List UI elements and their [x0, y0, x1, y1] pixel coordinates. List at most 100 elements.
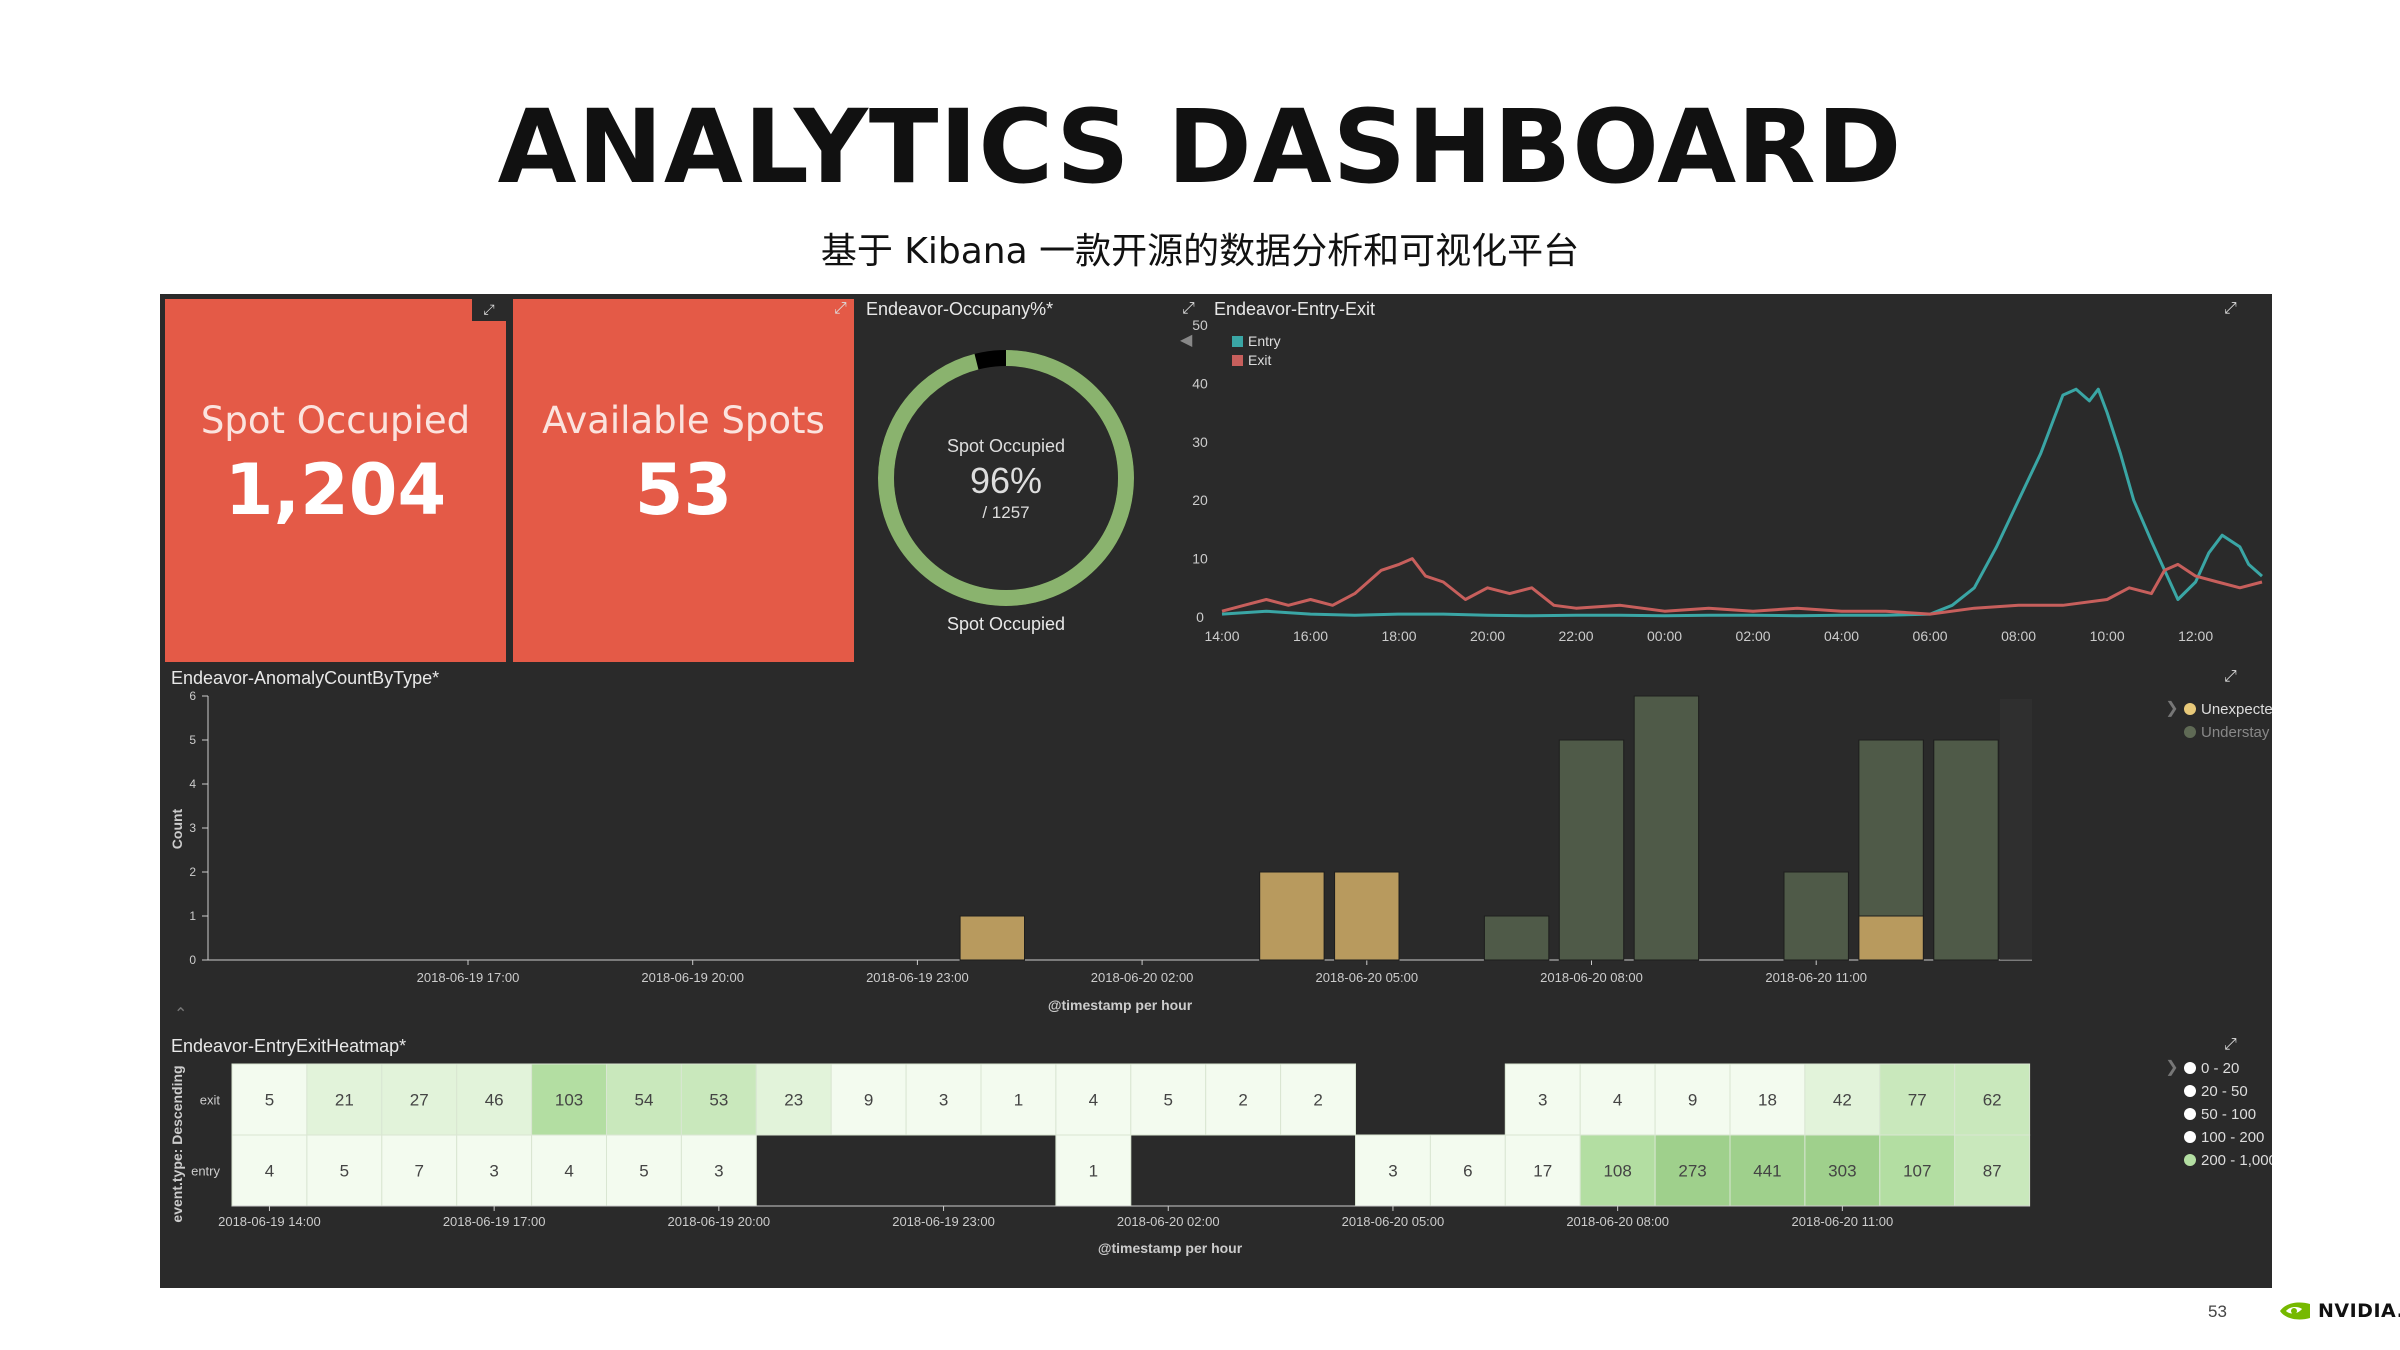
cell-value: 2	[1238, 1091, 1247, 1110]
metric-spot-occupied[interactable]: ⤢ Spot Occupied 1,204	[165, 299, 506, 662]
expand-icon[interactable]: ⤢	[1182, 298, 1195, 318]
metric-available-spots[interactable]: Available Spots 53	[513, 299, 854, 662]
expand-icon[interactable]: ⤢	[2224, 298, 2237, 318]
y-tick-label: 6	[189, 689, 196, 703]
bar-understay	[1858, 739, 1924, 917]
y-tick-label: 1	[189, 909, 196, 923]
hover-highlight	[2000, 699, 2032, 960]
cell-value: 5	[265, 1091, 274, 1110]
x-tick-label: 02:00	[1736, 628, 1771, 644]
bar-understay	[1933, 739, 1999, 961]
page-number: 53	[2208, 1302, 2227, 1321]
cell-value: 62	[1983, 1091, 2002, 1110]
y-tick-label: 3	[189, 821, 196, 835]
gauge-caption: Spot Occupied	[946, 614, 1066, 634]
x-tick-label: 00:00	[1647, 628, 1682, 644]
y-axis-label: event.type: Descending	[169, 1065, 185, 1222]
y-axis-label: Count	[169, 808, 185, 849]
gauge-inner-label: Spot Occupied	[947, 436, 1065, 456]
cell-value: 21	[335, 1091, 354, 1110]
x-tick-label: 2018-06-19 17:00	[443, 1214, 546, 1229]
expand-icon[interactable]: ⤢	[2224, 666, 2237, 686]
expand-icon[interactable]: ⤢	[472, 299, 506, 321]
x-tick-label: 22:00	[1559, 628, 1594, 644]
legend-dot	[2184, 1154, 2196, 1166]
expand-icon[interactable]: ⤢	[2224, 1034, 2237, 1054]
cell-value: 7	[415, 1162, 424, 1181]
x-tick-label: 2018-06-20 05:00	[1315, 970, 1418, 985]
y-tick-label: 4	[189, 777, 196, 791]
cell-value: 2	[1313, 1091, 1322, 1110]
cell-value: 5	[340, 1162, 349, 1181]
y-tick-label: 40	[1192, 375, 1208, 391]
y-tick-label: 0	[1196, 609, 1204, 625]
x-axis-label: @timestamp per hour	[1048, 997, 1193, 1013]
cell-value: 53	[709, 1091, 728, 1110]
cell-value: 54	[634, 1091, 653, 1110]
cell-value: 4	[265, 1162, 274, 1181]
cell-value: 6	[1463, 1162, 1472, 1181]
legend-toggle-icon: ❯	[2165, 700, 2178, 717]
y-tick-label: 50	[1192, 319, 1208, 333]
y-tick-label: 2	[189, 865, 196, 879]
bar-unexpectedstopping	[1334, 871, 1400, 961]
legend-dot	[2184, 726, 2196, 738]
gauge-total: / 1257	[982, 503, 1029, 522]
entry-exit-heatmap: event.type: Descending exit 5 21 27 46 103 54 53…	[169, 1059, 2272, 1256]
x-tick-label: 16:00	[1293, 628, 1328, 644]
x-tick-label: 2018-06-20 05:00	[1342, 1214, 1445, 1229]
legend-swatch	[1232, 336, 1243, 347]
cell-value: 107	[1903, 1162, 1931, 1181]
legend-label: Entry	[1248, 333, 1281, 349]
cell-value: 3	[1538, 1091, 1547, 1110]
legend-swatch	[1232, 355, 1243, 366]
x-tick-label: 20:00	[1470, 628, 1505, 644]
expand-icon[interactable]: ⤢	[834, 298, 847, 318]
x-tick-label: 2018-06-19 23:00	[892, 1214, 995, 1229]
legend-label: 50 - 100	[2201, 1106, 2256, 1123]
cell-value: 303	[1828, 1162, 1856, 1181]
legend-label: 0 - 20	[2201, 1060, 2239, 1077]
metric-value: 1,204	[224, 449, 447, 531]
panel-title-anomaly: Endeavor-AnomalyCountByType*	[171, 668, 440, 688]
cell-value: 441	[1753, 1162, 1781, 1181]
legend-label: 200 - 1,000	[2201, 1152, 2272, 1169]
cell-value: 9	[1688, 1091, 1697, 1110]
cell-value: 108	[1603, 1162, 1631, 1181]
cell-value: 23	[784, 1091, 803, 1110]
x-tick-label: 10:00	[2090, 628, 2125, 644]
metric-label: Available Spots	[542, 399, 825, 442]
x-tick-label: 12:00	[2178, 628, 2213, 644]
legend-dot	[2184, 1131, 2196, 1143]
cell-value: 42	[1833, 1091, 1852, 1110]
legend-label: UnexpectedStopping	[2201, 701, 2272, 718]
y-tick-label: 30	[1192, 434, 1208, 450]
legend-toggle-icon: ❯	[2165, 1059, 2178, 1076]
bar-unexpectedstopping	[1858, 915, 1924, 961]
bar-understay	[1558, 739, 1625, 961]
cell-value: 77	[1908, 1091, 1927, 1110]
slide-subtitle: 基于 Kibana 一款开源的数据分析和可视化平台	[820, 231, 1580, 272]
x-tick-label: 2018-06-20 08:00	[1566, 1214, 1669, 1229]
cell-value: 4	[1613, 1091, 1622, 1110]
x-tick-label: 2018-06-20 02:00	[1117, 1214, 1220, 1229]
x-tick-label: 06:00	[1913, 628, 1948, 644]
x-tick-label: 2018-06-19 20:00	[641, 970, 744, 985]
x-axis-label: @timestamp per hour	[1098, 1240, 1243, 1256]
x-tick-label: 2018-06-19 14:00	[218, 1214, 321, 1229]
metric-value: 53	[634, 449, 733, 531]
slide-title: ANALYTICS DASHBOARD	[497, 88, 1903, 207]
legend-label: Exit	[1248, 352, 1271, 368]
collapse-icon[interactable]: ⌃	[174, 1004, 187, 1023]
x-tick-label: 2018-06-20 11:00	[1792, 1214, 1894, 1229]
cell-value: 5	[1164, 1091, 1173, 1110]
x-tick-label: 2018-06-20 02:00	[1091, 970, 1194, 985]
legend-dot	[2184, 1085, 2196, 1097]
x-tick-label: 14:00	[1204, 628, 1239, 644]
x-tick-label: 04:00	[1824, 628, 1859, 644]
nvidia-logo: NVIDIA.	[2278, 1300, 2400, 1322]
y-tick-label: 10	[1192, 551, 1208, 567]
cell-value: 4	[564, 1162, 573, 1181]
metric-label: Spot Occupied	[200, 399, 471, 442]
cell-value: 3	[939, 1091, 948, 1110]
